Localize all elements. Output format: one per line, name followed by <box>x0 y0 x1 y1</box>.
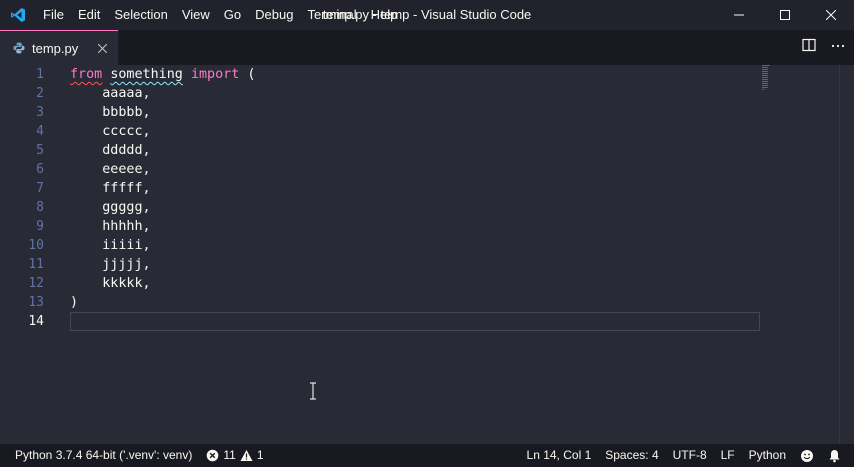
menu-bar: File Edit Selection View Go Debug Termin… <box>36 0 404 30</box>
line-number: 13 <box>28 295 44 310</box>
code-line: fffff, <box>70 181 151 196</box>
cursor-position[interactable]: Ln 14, Col 1 <box>520 444 599 467</box>
menu-help[interactable]: Help <box>364 0 405 30</box>
code-line: kkkkk, <box>70 276 151 291</box>
code-line: ggggg, <box>70 200 151 215</box>
notifications-bell-icon[interactable] <box>821 449 848 463</box>
line-number: 11 <box>28 257 44 272</box>
minimize-icon <box>734 14 744 16</box>
line-number: 4 <box>36 124 44 139</box>
code-line: iiiii, <box>70 238 151 253</box>
line-number-active: 14 <box>28 314 44 329</box>
close-window-button[interactable] <box>808 0 854 30</box>
close-icon <box>97 43 107 53</box>
warning-icon <box>240 450 253 461</box>
end-of-line[interactable]: LF <box>714 444 742 467</box>
code-line: ddddd, <box>70 143 151 158</box>
menu-debug[interactable]: Debug <box>248 0 300 30</box>
open-paren: ( <box>239 67 256 82</box>
python-interpreter[interactable]: Python 3.7.4 64-bit ('.venv': venv) <box>8 444 199 467</box>
more-actions-icon[interactable] <box>830 38 846 57</box>
title-bar: File Edit Selection View Go Debug Termin… <box>0 0 854 30</box>
error-count: 11 <box>223 448 236 462</box>
line-number: 10 <box>28 238 44 253</box>
menu-go[interactable]: Go <box>217 0 248 30</box>
tab-bar: temp.py <box>0 30 854 65</box>
tab-temp-py[interactable]: temp.py <box>0 30 118 65</box>
code-line: from something import ( <box>70 65 255 84</box>
maximize-button[interactable] <box>762 0 808 30</box>
encoding[interactable]: UTF-8 <box>666 444 714 467</box>
tab-label: temp.py <box>32 40 79 56</box>
code-line: jjjjj, <box>70 257 151 272</box>
maximize-icon <box>780 10 790 20</box>
language-mode[interactable]: Python <box>742 444 793 467</box>
line-number-gutter: 1 2 3 4 5 6 7 8 9 10 11 12 13 14 <box>0 65 56 331</box>
line-number: 3 <box>36 105 44 120</box>
line-number: 8 <box>36 200 44 215</box>
mouse-cursor-ibeam-icon <box>308 382 318 400</box>
code-line: ccccc, <box>70 124 151 139</box>
close-icon <box>826 10 836 20</box>
line-number: 12 <box>28 276 44 291</box>
feedback-smiley-icon[interactable] <box>793 449 821 463</box>
problems-indicator[interactable]: 11 1 <box>199 444 270 467</box>
editor-area[interactable]: 1 2 3 4 5 6 7 8 9 10 11 12 13 14 from so… <box>0 65 854 444</box>
python-icon <box>12 41 26 55</box>
menu-file[interactable]: File <box>36 0 71 30</box>
line-number: 5 <box>36 143 44 158</box>
minimize-button[interactable] <box>716 0 762 30</box>
line-number: 1 <box>36 67 44 82</box>
editor-actions <box>802 30 846 65</box>
line-number: 2 <box>36 86 44 101</box>
warning-count: 1 <box>256 448 264 462</box>
keyword-from: from <box>70 67 103 82</box>
code-line: bbbbb, <box>70 105 151 120</box>
line-number: 6 <box>36 162 44 177</box>
keyword-import: import <box>190 67 240 82</box>
vertical-scrollbar[interactable] <box>839 65 854 444</box>
line-number: 9 <box>36 219 44 234</box>
indentation[interactable]: Spaces: 4 <box>598 444 665 467</box>
line-number: 7 <box>36 181 44 196</box>
split-editor-icon[interactable] <box>802 38 816 57</box>
module-name: something <box>110 67 183 82</box>
vscode-logo-icon[interactable] <box>0 0 36 30</box>
error-icon <box>207 449 219 462</box>
window-controls <box>716 0 854 30</box>
tab-close-button[interactable] <box>94 40 110 56</box>
minimap[interactable] <box>762 65 770 91</box>
menu-edit[interactable]: Edit <box>71 0 107 30</box>
menu-selection[interactable]: Selection <box>107 0 174 30</box>
code-line: hhhhh, <box>70 219 151 234</box>
menu-terminal[interactable]: Terminal <box>300 0 363 30</box>
code-line: eeeee, <box>70 162 151 177</box>
menu-view[interactable]: View <box>175 0 217 30</box>
code-line: aaaaa, <box>70 86 151 101</box>
code-content[interactable]: from something import ( aaaaa, bbbbb, cc… <box>70 65 255 331</box>
status-bar: Python 3.7.4 64-bit ('.venv': venv) 11 1… <box>0 444 854 467</box>
code-line: ) <box>70 295 79 310</box>
